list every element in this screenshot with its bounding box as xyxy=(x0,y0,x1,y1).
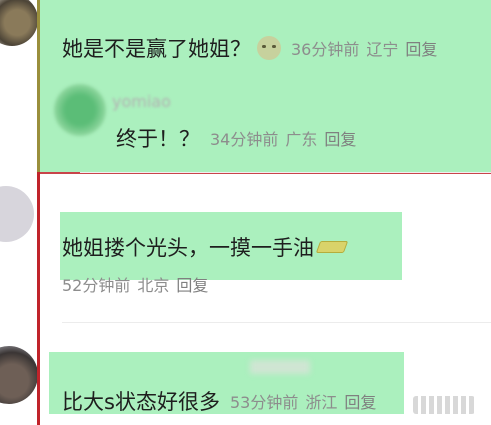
comment-text: 终于！？ xyxy=(116,127,200,151)
commenter-avatar[interactable] xyxy=(0,0,38,46)
comment-location: 广东 xyxy=(285,130,318,149)
reply-button[interactable]: 回复 xyxy=(176,272,208,296)
oil-bottle-icon xyxy=(315,241,349,253)
comment-text: 比大s状态好很多 xyxy=(62,390,220,414)
comment-row: 比大s状态好很多 53分钟前 浙江 回复 xyxy=(62,386,376,416)
comment-time: 52分钟前 xyxy=(62,276,131,295)
comment-text: 她姐搂个光头，一摸一手油 xyxy=(62,236,314,260)
reply-button[interactable]: 回复 xyxy=(324,126,356,150)
comment-meta: 52分钟前 北京 xyxy=(62,272,176,296)
reply-username[interactable]: yomiao xyxy=(112,92,171,111)
comment-time: 53分钟前 xyxy=(229,393,299,412)
commenter-avatar[interactable] xyxy=(0,346,38,404)
reply-button[interactable]: 回复 xyxy=(344,389,376,413)
comment-location: 北京 xyxy=(137,276,170,295)
reply-row: 终于！？ 34分钟前 广东 回复 xyxy=(116,123,356,153)
blurred-watermark xyxy=(250,360,310,374)
comment-row: 她是不是赢了她姐？ 36分钟前 辽宁 回复 xyxy=(62,33,437,63)
comment-meta-row: 52分钟前 北京 回复 xyxy=(62,272,208,296)
comment-time: 36分钟前 xyxy=(291,40,360,59)
comment-location: 辽宁 xyxy=(366,40,399,59)
highlight-border xyxy=(37,0,40,172)
comment-meta: 53分钟前 浙江 xyxy=(230,389,344,413)
divider xyxy=(62,322,491,323)
reply-button[interactable]: 回复 xyxy=(405,36,437,60)
comment-text: 她是不是赢了她姐？ xyxy=(62,37,251,61)
comment-meta: 34分钟前 广东 xyxy=(210,126,324,150)
commenter-avatar[interactable] xyxy=(0,186,34,242)
comment-time: 34分钟前 xyxy=(210,130,279,149)
red-border-left xyxy=(37,172,40,425)
comment-row: 她姐搂个光头，一摸一手油 xyxy=(62,232,349,262)
reply-avatar[interactable] xyxy=(54,84,106,136)
blurred-watermark xyxy=(413,396,475,414)
comment-meta: 36分钟前 辽宁 xyxy=(291,36,405,60)
sweating-face-icon xyxy=(257,36,281,60)
divider xyxy=(80,172,491,173)
comment-location: 浙江 xyxy=(305,393,338,412)
